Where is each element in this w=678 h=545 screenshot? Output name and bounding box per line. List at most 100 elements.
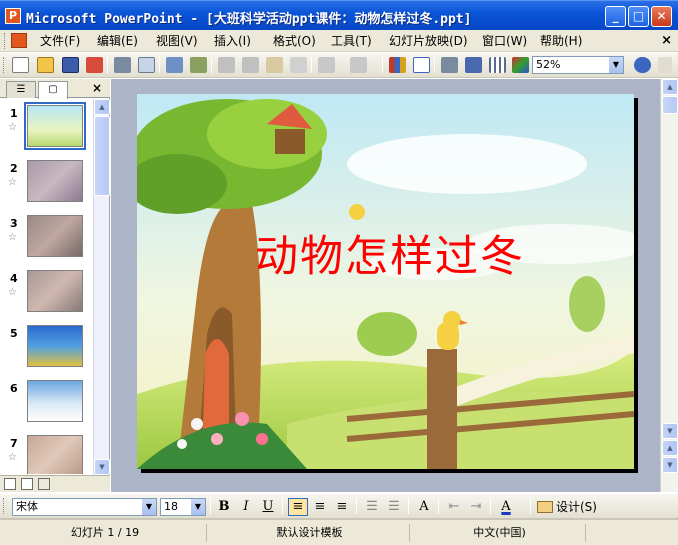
expand-all-icon[interactable] [441,57,458,73]
slideshow-view-icon[interactable] [38,478,50,490]
toolbar-grip[interactable] [3,57,6,73]
slide-sorter-view-icon[interactable] [21,478,33,490]
redo-icon[interactable] [350,57,367,73]
design-icon[interactable] [537,501,553,513]
document-icon[interactable] [11,33,27,48]
window-title: Microsoft PowerPoint - [大班科学活动ppt课件：动物怎样… [26,12,472,27]
slide-preview-image [27,380,83,422]
slide-preview-image [27,435,83,474]
new-icon[interactable] [12,57,29,73]
bullets-button[interactable]: ☰ [384,498,404,516]
align-center-button[interactable]: ≡ [310,498,330,516]
bold-button[interactable]: B [214,498,234,516]
show-formatting-icon[interactable] [465,57,482,73]
minimize-button[interactable]: _ [605,6,626,27]
menu-tools[interactable]: 工具(T) [331,33,372,49]
chevron-down-icon[interactable]: ▼ [609,57,623,73]
menu-file[interactable]: 文件(F) [40,33,80,49]
tab-outline[interactable]: ☰ [6,81,36,98]
slide-thumbnail[interactable]: 3 ☆ [0,215,93,265]
color-grayscale-icon[interactable] [512,57,529,73]
close-button[interactable]: ✕ [651,6,672,27]
slide-thumbnail[interactable]: 1 ☆ [0,102,93,155]
menu-format[interactable]: 格式(O) [273,33,316,49]
paste-icon[interactable] [266,57,283,73]
next-slide-button[interactable]: ▼ [662,457,678,473]
tab-slides[interactable]: ▢ [38,81,68,99]
normal-view-icon[interactable] [4,478,16,490]
current-slide[interactable]: 动物怎样过冬 [137,94,634,469]
slide-thumbnail[interactable]: 5 [0,325,93,375]
slide-preview-image [24,102,86,150]
animation-star-icon: ☆ [8,177,17,188]
slide-title[interactable]: 动物怎样过冬 [255,222,525,284]
chevron-down-icon[interactable]: ▼ [191,499,205,515]
slide-preview-image [27,325,83,367]
copy-icon[interactable] [242,57,259,73]
menu-view[interactable]: 视图(V) [156,33,198,49]
slide-thumbnail[interactable]: 4 ☆ [0,270,93,320]
undo-icon[interactable] [318,57,335,73]
scroll-thumb[interactable] [662,96,678,114]
format-painter-icon[interactable] [290,57,307,73]
cut-icon[interactable] [218,57,235,73]
font-size-dropdown[interactable]: 18 ▼ [160,498,206,516]
standard-toolbar: 52% ▼ [0,53,678,78]
decrease-indent-button[interactable]: ⇤ [444,498,464,516]
permission-icon[interactable] [86,57,103,73]
menu-help[interactable]: 帮助(H) [540,33,582,49]
scroll-up-button[interactable]: ▲ [662,79,678,95]
toolbar-separator [210,498,211,514]
print-icon[interactable] [114,57,131,73]
slide-scrollbar[interactable]: ▲ ▼ ▲ ▼ [660,79,678,492]
open-icon[interactable] [37,57,54,73]
spelling-icon[interactable] [166,57,183,73]
font-name-dropdown[interactable]: 宋体 ▼ [12,498,157,516]
scroll-down-button[interactable]: ▼ [94,459,110,475]
help-icon[interactable] [634,57,651,73]
slide-preview-image [27,270,83,312]
research-icon[interactable] [190,57,207,73]
title-bar: P Microsoft PowerPoint - [大班科学活动ppt课件：动物… [0,0,678,30]
zoom-dropdown[interactable]: 52% ▼ [532,56,624,74]
thumbnail-scrollbar[interactable]: ▲ ▼ [93,99,110,475]
chevron-down-icon[interactable]: ▼ [142,499,156,515]
menu-insert[interactable]: 插入(I) [214,33,251,49]
maximize-button[interactable]: □ [628,6,649,27]
insert-chart-icon[interactable] [389,57,406,73]
scroll-down-button[interactable]: ▼ [662,423,678,439]
align-right-button[interactable]: ≡ [332,498,352,516]
print-preview-icon[interactable] [138,57,155,73]
document-close-button[interactable]: × [661,33,672,48]
design-button[interactable]: 设计(S) [556,499,597,515]
menu-window[interactable]: 窗口(W) [482,33,527,49]
menu-bar: 文件(F) 编辑(E) 视图(V) 插入(I) 格式(O) 工具(T) 幻灯片放… [0,30,678,52]
save-icon[interactable] [62,57,79,73]
grid-icon[interactable] [489,57,506,73]
menu-grip[interactable] [4,33,7,49]
pane-close-icon[interactable]: × [92,81,102,95]
underline-button[interactable]: U [258,498,278,516]
powerpoint-app-icon[interactable]: P [5,8,21,24]
toolbar-grip[interactable] [3,498,6,514]
font-color-button[interactable]: A [496,498,516,516]
slide-preview-image [27,215,83,257]
view-buttons [0,475,110,492]
menu-slideshow[interactable]: 幻灯片放映(D) [389,33,468,49]
numbering-button[interactable]: ☰ [362,498,382,516]
increase-indent-button[interactable]: ⇥ [466,498,486,516]
increase-font-size-button[interactable]: A [414,498,434,516]
align-left-button[interactable]: ≡ [288,498,308,516]
slide-thumbnail-list: 1 ☆ 2 ☆ 3 ☆ 4 ☆ 5 6 7 ☆ [0,99,93,474]
slide-thumbnail[interactable]: 6 [0,380,93,430]
previous-slide-button[interactable]: ▲ [662,440,678,456]
slide-thumbnail[interactable]: 7 ☆ [0,435,93,474]
italic-button[interactable]: I [236,498,256,516]
insert-table-icon[interactable] [413,57,430,73]
scroll-thumb[interactable] [94,116,110,196]
slide-thumbnail[interactable]: 2 ☆ [0,160,93,210]
toolbar-options-icon[interactable] [658,57,672,73]
menu-edit[interactable]: 编辑(E) [97,33,138,49]
scroll-up-button[interactable]: ▲ [94,99,110,115]
toolbar-separator [434,57,435,73]
